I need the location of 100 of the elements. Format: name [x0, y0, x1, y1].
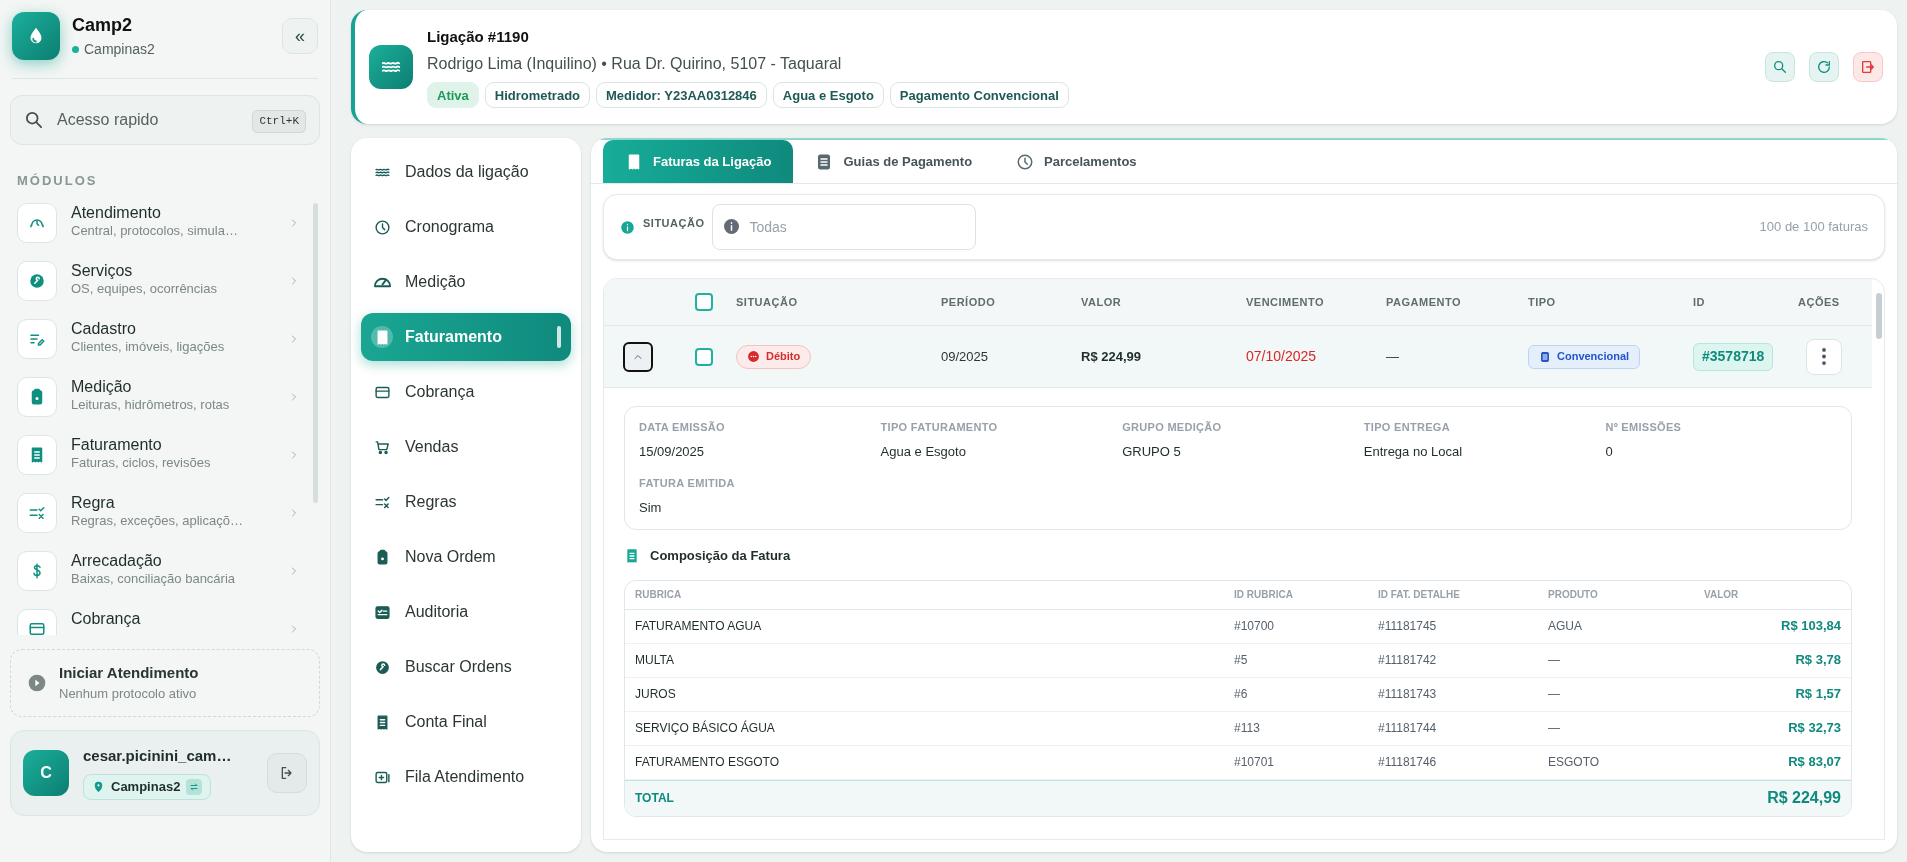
nav-item[interactable]: Medição [361, 258, 571, 306]
module-item[interactable]: Cadastro Clientes, imóveis, ligações [17, 318, 300, 359]
nav-item[interactable]: Cobrança [361, 368, 571, 416]
module-item[interactable]: Serviços OS, equipes, ocorrências [17, 260, 300, 301]
module-title: Atendimento [71, 202, 162, 223]
table-cell-text: ESGOTO [1548, 754, 1601, 771]
nav-item[interactable]: Dados da ligação [361, 148, 571, 196]
module-title: Faturamento [71, 434, 163, 455]
scrollbar[interactable] [313, 202, 318, 503]
nav-item[interactable]: Auditoria [361, 588, 571, 636]
scrollbar[interactable] [1876, 293, 1882, 339]
info-tag: Pagamento Convencional [889, 82, 1069, 109]
table-cell-text: #11181745 [1378, 618, 1438, 635]
due-date-cell-text: 07/10/2025 [1246, 347, 1318, 366]
nav-item[interactable]: Faturamento [361, 313, 571, 361]
invoice-count: 100 de 100 faturas [1759, 218, 1868, 237]
exit-button[interactable] [1853, 52, 1883, 82]
table-cell-text: SERVIÇO BÁSICO ÁGUA [635, 719, 776, 737]
module-title: Serviços [71, 260, 134, 281]
table-cell-text: #5 [1234, 652, 1249, 669]
table-cell-text: R$ 32,73 [1787, 719, 1841, 738]
receipt-icon [624, 547, 640, 564]
checkbox[interactable] [695, 293, 713, 311]
start-service-card[interactable]: Iniciar Atendimento Nenhum protocolo ativo [10, 648, 320, 717]
logout-button[interactable] [267, 752, 307, 793]
column-header: PERÍODO [941, 294, 997, 310]
type-badge: Convencional [1528, 344, 1641, 369]
info-icon [620, 219, 635, 235]
table-cell-text: #10701 [1234, 754, 1276, 771]
module-item[interactable]: Atendimento Central, protocolos, simula… [17, 202, 300, 243]
expand-toggle[interactable] [623, 341, 653, 372]
search-button[interactable] [1765, 52, 1795, 82]
column-header: TIPO [1528, 294, 1557, 310]
invoice-id-badge[interactable]: #3578718 [1693, 342, 1774, 371]
info-icon [724, 219, 740, 234]
column-header: PRODUTO [1548, 588, 1599, 602]
actions-button[interactable] [1806, 338, 1842, 375]
collapse-button[interactable]: « [282, 18, 318, 54]
column-header: VALOR [1081, 294, 1123, 310]
column-header: ID FAT. DETALHE [1378, 588, 1461, 602]
table-cell-text: FATURAMENTO AGUA [635, 618, 763, 635]
module-title: Cobrança [71, 608, 142, 629]
module-item[interactable]: Faturamento Faturas, ciclos, revisões [17, 434, 300, 475]
detail-label: Nº EMISSÕES [1605, 420, 1683, 435]
detail-label: DATA EMISSÃO [639, 420, 726, 435]
info-tag: Hidrometrado [484, 82, 591, 109]
table-cell-text: JUROS [635, 686, 677, 703]
detail-label: TIPO ENTREGA [1363, 420, 1451, 435]
total-label: TOTAL [635, 790, 674, 807]
nav-item[interactable]: Regras [361, 478, 571, 526]
connection-subtitle: Rodrigo Lima (Inquilino) • Rua Dr. Quirino, 5107 - Taquaral [427, 54, 843, 75]
module-item[interactable]: Arrecadação Baixas, conciliação bancária [17, 550, 300, 591]
module-subtitle: OS, equipes, ocorrências [71, 280, 218, 297]
column-header: RUBRICA [635, 588, 683, 602]
location-label: Campinas2 [111, 778, 181, 796]
info-tag: Agua e Esgoto [772, 82, 884, 109]
nav-item[interactable]: Nova Ordem [361, 533, 571, 581]
more-circle-icon [747, 350, 760, 363]
tab[interactable]: Parcelamentos [994, 140, 1159, 183]
tab[interactable]: Guias de Pagamento [793, 140, 995, 183]
module-item[interactable]: Regra Regras, exceções, aplicaçõ… [17, 492, 300, 533]
status-badge: Débito [736, 344, 812, 369]
detail-label: FATURA EMITIDA [639, 476, 736, 491]
more-vertical-icon [1822, 348, 1826, 365]
swap-icon [186, 778, 203, 795]
location-badge[interactable]: Campinas2 [83, 773, 212, 800]
refresh-icon [1816, 59, 1832, 75]
start-service-title: Iniciar Atendimento [59, 662, 199, 683]
nav-item[interactable]: Buscar Ordens [361, 643, 571, 691]
module-item[interactable]: Medição Leituras, hidrômetros, rotas [17, 376, 300, 417]
tab[interactable]: Faturas da Ligação [603, 140, 794, 183]
module-title: Medição [71, 376, 133, 397]
clock-icon [1016, 152, 1035, 171]
module-item[interactable]: Cobrança [17, 608, 300, 635]
nav-item[interactable]: Vendas [361, 423, 571, 471]
table-cell-text: R$ 3,78 [1794, 651, 1841, 670]
detail-value: 15/09/2025 [639, 442, 706, 461]
payment-cell-text: — [1386, 347, 1400, 366]
info-tag: Medidor: Y23AA0312846 [596, 82, 767, 109]
refresh-button[interactable] [1809, 52, 1839, 82]
column-header: ID [1693, 294, 1706, 310]
total-value: R$ 224,99 [1767, 788, 1841, 808]
table-cell-text: #6 [1234, 686, 1249, 703]
exit-icon [1860, 59, 1876, 75]
detail-value: 0 [1605, 442, 1614, 461]
value-cell-text: R$ 224,99 [1081, 347, 1142, 366]
checkbox[interactable] [695, 347, 713, 366]
status-filter-field[interactable]: Todas [712, 204, 977, 250]
table-cell-text: #11181746 [1378, 754, 1438, 771]
table-cell-text: — [1548, 686, 1561, 703]
table-cell-text: #113 [1234, 720, 1261, 737]
table-cell-text: #11181743 [1378, 686, 1438, 703]
cart-icon [373, 438, 391, 456]
column-header: AÇÕES [1798, 294, 1841, 310]
nav-item[interactable]: Conta Final [361, 698, 571, 746]
detail-value: Entrega no Local [1363, 442, 1464, 461]
search-icon [1772, 59, 1788, 75]
nav-item[interactable]: Cronograma [361, 203, 571, 251]
location-name: Campinas2 [84, 40, 155, 59]
nav-item[interactable]: Fila Atendimento [361, 753, 571, 801]
